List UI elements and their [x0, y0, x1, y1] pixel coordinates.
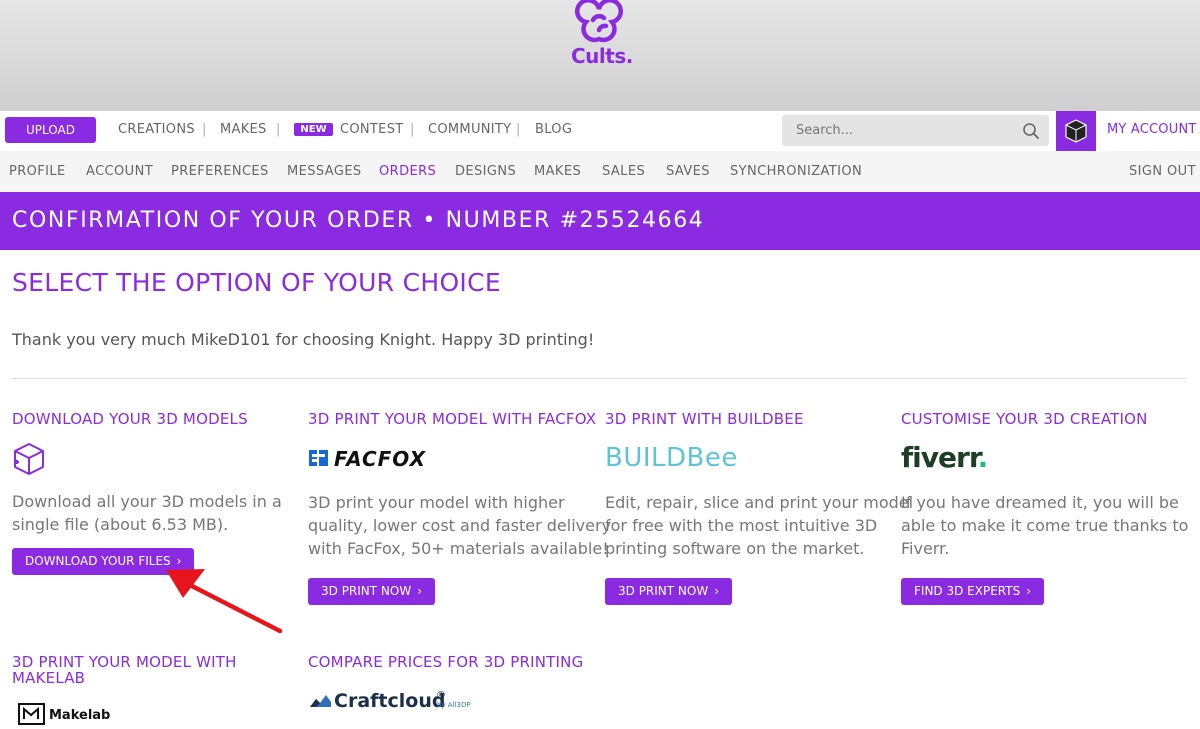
find-3d-experts-button[interactable]: FIND 3D EXPERTS › [901, 578, 1045, 605]
title-line: MAKELAB [12, 669, 86, 687]
card-desc-facfox: 3D print your model with higher quality,… [308, 491, 611, 560]
craftcloud-wordmark: Craftcloud [334, 690, 446, 712]
card-title-buildbee: 3D PRINT WITH BUILDBEE [605, 410, 804, 428]
card-title-download: DOWNLOAD YOUR 3D MODELS [12, 410, 248, 428]
card-desc-buildbee: Edit, repair, slice and print your model… [605, 491, 913, 560]
thanks-message: Thank you very much MikeD101 for choosin… [12, 330, 595, 349]
card-title-fiverr: CUSTOMISE YOUR 3D CREATION [901, 410, 1148, 428]
avatar-cube-icon [1065, 119, 1087, 143]
registered-mark: ® [436, 690, 446, 701]
account-subnav: PROFILE ACCOUNT PREFERENCES MESSAGES ORD… [0, 151, 1200, 192]
cults-logo[interactable]: Cults. [571, 0, 633, 72]
search-icon[interactable] [1022, 122, 1040, 140]
button-label: 3D PRINT NOW [321, 584, 412, 598]
top-nav: UPLOAD CREATIONS | MAKES | NEW CONTEST |… [0, 111, 1200, 151]
upload-button[interactable]: UPLOAD [5, 117, 96, 143]
sign-out-link[interactable]: SIGN OUT [1129, 164, 1196, 179]
subnav-designs[interactable]: DESIGNS [455, 164, 516, 179]
facfox-mark-icon [309, 450, 328, 466]
makelab-logo: Makelab [18, 703, 110, 729]
subnav-profile[interactable]: PROFILE [9, 164, 66, 179]
nav-community[interactable]: COMMUNITY [428, 122, 511, 137]
makelab-wordmark: Makelab [49, 708, 111, 723]
fiverr-wordmark: fiverr [901, 441, 979, 474]
makelab-mark-icon [18, 703, 45, 725]
subnav-account[interactable]: ACCOUNT [86, 164, 153, 179]
new-badge: NEW [294, 123, 333, 136]
desc-line: for free with the most intuitive 3D [605, 516, 878, 535]
facfox-print-now-button[interactable]: 3D PRINT NOW › [308, 578, 436, 605]
chevron-right-icon: › [1026, 584, 1032, 598]
desc-line: quality, lower cost and faster delivery [308, 516, 612, 535]
search-box [782, 115, 1049, 146]
title-line: 3D PRINT YOUR MODEL WITH [12, 653, 237, 671]
desc-line: with FacFox, 50+ materials available! [308, 539, 609, 558]
subnav-preferences[interactable]: PREFERENCES [171, 164, 269, 179]
button-label: FIND 3D EXPERTS [914, 584, 1021, 598]
desc-line: Download all your 3D models in a [12, 492, 282, 511]
logo-text: Cults. [571, 44, 633, 68]
button-label: 3D PRINT NOW [618, 584, 709, 598]
subnav-saves[interactable]: SAVES [666, 164, 710, 179]
header-banner: Cults. [0, 0, 1200, 111]
subnav-messages[interactable]: MESSAGES [287, 164, 362, 179]
card-title-makelab: 3D PRINT YOUR MODEL WITH MAKELAB [12, 654, 237, 686]
order-banner: CONFIRMATION OF YOUR ORDER • NUMBER #255… [0, 192, 1200, 250]
facfox-logo: FACFOX [308, 447, 425, 473]
my-account-link[interactable]: MY ACCOUNT [1107, 122, 1197, 137]
desc-line: able to make it come true thanks to [901, 516, 1189, 535]
desc-line: printing software on the market. [605, 539, 865, 558]
cults-logo-icon [575, 0, 623, 43]
desc-line: Edit, repair, slice and print your model [605, 493, 914, 512]
craftcloud-byline: by All3DP [437, 701, 471, 709]
buildbee-logo: BUILDBee [605, 443, 738, 473]
desc-line: Fiverr. [901, 539, 950, 558]
buildbee-print-now-button[interactable]: 3D PRINT NOW › [605, 578, 733, 605]
button-label: DOWNLOAD YOUR FILES [25, 554, 171, 568]
card-desc-fiverr: If you have dreamed it, you will be able… [901, 491, 1188, 560]
desc-line: 3D print your model with higher [308, 493, 565, 512]
nav-blog[interactable]: BLOG [535, 122, 572, 137]
card-title-facfox: 3D PRINT YOUR MODEL WITH FACFOX [308, 410, 597, 428]
chevron-right-icon: › [417, 584, 423, 598]
desc-line: single file (about 6.53 MB). [12, 515, 229, 534]
nav-makes[interactable]: MAKES [220, 122, 267, 137]
nav-separator: | [516, 122, 521, 137]
subnav-synchronization[interactable]: SYNCHRONIZATION [730, 164, 862, 179]
nav-separator: | [410, 122, 415, 137]
account-avatar[interactable] [1056, 111, 1096, 151]
card-title-craftcloud: COMPARE PRICES FOR 3D PRINTING [308, 653, 584, 671]
subnav-orders[interactable]: ORDERS [379, 164, 436, 179]
nav-separator: | [276, 122, 281, 137]
red-arrow-annotation [166, 569, 283, 634]
chevron-right-icon: › [714, 584, 720, 598]
card-desc-download: Download all your 3D models in a single … [12, 490, 282, 536]
desc-line: If you have dreamed it, you will be [901, 493, 1179, 512]
order-title: CONFIRMATION OF YOUR ORDER • NUMBER #255… [12, 208, 705, 233]
fiverr-logo: fiverr. [901, 441, 989, 474]
divider [12, 378, 1186, 379]
subnav-makes[interactable]: MAKES [534, 164, 581, 179]
craftcloud-mark-icon [310, 695, 331, 707]
nav-contest[interactable]: CONTEST [340, 122, 403, 137]
3d-box-download-icon [14, 443, 44, 475]
subnav-sales[interactable]: SALES [602, 164, 645, 179]
nav-creations[interactable]: CREATIONS [118, 122, 195, 137]
facfox-wordmark: FACFOX [334, 447, 426, 471]
section-title: SELECT THE OPTION OF YOUR CHOICE [12, 268, 501, 297]
craftcloud-logo: Craftcloud ® by All3DP [308, 690, 471, 714]
search-input[interactable] [782, 115, 1012, 146]
nav-separator: | [202, 122, 207, 137]
fiverr-dot: . [977, 441, 989, 474]
